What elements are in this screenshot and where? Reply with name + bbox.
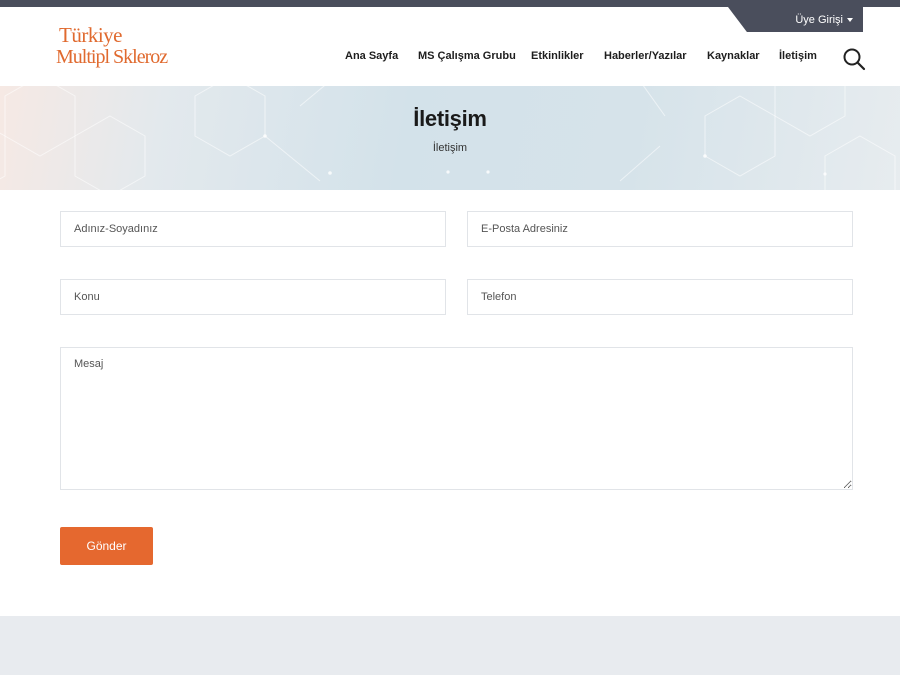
submit-button[interactable]: Gönder	[60, 527, 153, 565]
logo-line-1: Türkiye	[59, 23, 122, 47]
search-icon	[843, 48, 866, 71]
member-login-dropdown[interactable]: Üye Girişi	[790, 7, 863, 32]
nav-item-home[interactable]: Ana Sayfa	[345, 50, 398, 62]
member-login-label: Üye Girişi	[795, 13, 843, 26]
name-field[interactable]	[60, 211, 446, 247]
phone-field[interactable]	[467, 279, 853, 315]
nav-item-resources[interactable]: Kaynaklar	[707, 50, 760, 62]
subject-field[interactable]	[60, 279, 446, 315]
nav-item-events[interactable]: Etkinlikler	[531, 50, 584, 62]
message-field[interactable]	[60, 347, 853, 490]
top-bar	[0, 0, 900, 7]
main-nav: Ana Sayfa MS Çalışma Grubu Etkinlikler H…	[0, 50, 900, 68]
footer	[0, 616, 900, 675]
email-field[interactable]	[467, 211, 853, 247]
page-header-banner: İletişim İletişim	[0, 86, 900, 190]
hexagon-pattern	[0, 86, 896, 190]
nav-item-news[interactable]: Haberler/Yazılar	[604, 50, 687, 62]
nav-item-contact[interactable]: İletişim	[779, 50, 817, 62]
search-button[interactable]	[842, 47, 866, 71]
nav-item-ms-working-group[interactable]: MS Çalışma Grubu	[418, 50, 516, 62]
page-title: İletişim	[413, 106, 487, 131]
caret-down-icon	[847, 17, 853, 22]
breadcrumb: İletişim	[432, 142, 468, 154]
